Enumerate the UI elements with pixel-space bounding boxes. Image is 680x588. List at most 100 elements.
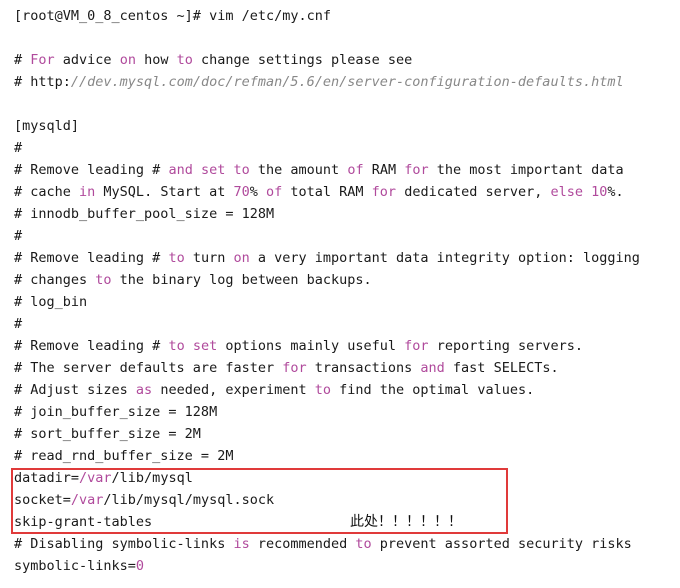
line-segment: %. (607, 184, 624, 200)
line-segment: /lib/mysql (111, 470, 193, 486)
terminal-line: datadir=/var/lib/mysql (14, 467, 680, 489)
line-segment: transactions (306, 360, 421, 376)
line-segment: /var (79, 470, 112, 486)
line-segment: socket= (14, 492, 71, 508)
line-segment: [mysqld] (14, 118, 80, 134)
line-segment: and (420, 360, 445, 376)
annotation-text: 此处！！！！！！ (350, 514, 462, 530)
line-segment: find the optimal values. (331, 382, 535, 398)
terminal-line: symbolic-links=0 (14, 555, 680, 577)
line-segment: //dev.mysql.com/doc/refman/5.6/en/server… (70, 74, 624, 90)
line-segment: /var (70, 492, 104, 508)
terminal-line: # http://dev.mysql.com/doc/refman/5.6/en… (14, 71, 680, 93)
terminal-line: socket=/var/lib/mysql/mysql.sock (14, 489, 680, 511)
line-segment: # Remove leading # (14, 162, 169, 178)
line-segment: of (347, 162, 364, 178)
line-segment: [root@VM_0_8_centos ~]# vim /etc/my.cnf (14, 8, 331, 24)
line-segment: as (135, 382, 153, 398)
terminal-line: [mysqld] (14, 115, 680, 137)
line-segment: # cache (14, 184, 80, 200)
line-segment: # Remove leading # (14, 338, 169, 354)
line-segment: on (233, 250, 250, 266)
terminal-line: # Disabling symbolic-links is recommende… (14, 533, 680, 555)
line-segment: dedicated server, (396, 184, 551, 200)
line-segment: to (168, 338, 185, 354)
terminal-line: # Adjust sizes as needed, experiment to … (14, 379, 680, 401)
terminal-line: # log_bin (14, 291, 680, 313)
terminal-line: # Remove leading # to turn on a very imp… (14, 247, 680, 269)
line-segment: reporting servers. (428, 338, 583, 354)
vim-terminal[interactable]: [root@VM_0_8_centos ~]# vim /etc/my.cnf #… (14, 5, 680, 577)
line-segment: 10 (591, 184, 608, 200)
line-segment: % (249, 184, 266, 200)
line-segment: and (168, 162, 193, 178)
line-segment: datadir= (14, 470, 80, 486)
line-segment: # innodb_buffer_pool_size = 128M (14, 206, 275, 222)
line-segment: # sort_buffer_size = 2M (14, 426, 201, 442)
line-segment: else (550, 184, 584, 200)
line-segment (193, 162, 201, 178)
line-segment: in (79, 184, 96, 200)
terminal-line: # cache in MySQL. Start at 70% of total … (14, 181, 680, 203)
line-segment: options mainly useful (217, 338, 405, 354)
terminal-line: # read_rnd_buffer_size = 2M (14, 445, 680, 467)
line-segment: # (14, 140, 23, 156)
line-segment: prevent assorted security risks (371, 536, 632, 552)
terminal-line: # Remove leading # to set options mainly… (14, 335, 680, 357)
line-segment: to (314, 382, 332, 398)
line-segment: # (14, 316, 23, 332)
line-segment: MySQL. Start at (95, 184, 234, 200)
line-segment: recommended (249, 536, 356, 552)
line-segment: for (404, 338, 429, 354)
line-segment: the binary log between backups. (111, 272, 372, 288)
line-segment: the amount (249, 162, 348, 178)
line-segment: # read_rnd_buffer_size = 2M (14, 448, 234, 464)
terminal-line: # (14, 225, 680, 247)
line-segment: fast SELECTs. (444, 360, 559, 376)
line-segment: turn (184, 250, 234, 266)
line-segment: # http: (14, 74, 71, 90)
terminal-line: # Remove leading # and set to the amount… (14, 159, 680, 181)
line-segment: # Remove leading # (14, 250, 169, 266)
terminal-line: [root@VM_0_8_centos ~]# vim /etc/my.cnf (14, 5, 680, 27)
line-segment: for (404, 162, 429, 178)
line-segment: set (192, 338, 218, 354)
line-segment: is (233, 536, 250, 552)
line-segment: needed, experiment (152, 382, 315, 398)
line-segment: For (30, 52, 55, 68)
line-segment: skip-grant-tables (14, 514, 153, 530)
terminal-line: # sort_buffer_size = 2M (14, 423, 680, 445)
line-segment: for (371, 184, 397, 200)
line-segment: RAM (363, 162, 405, 178)
line-segment (185, 338, 193, 354)
line-segment: to (233, 162, 250, 178)
line-segment: for (282, 360, 307, 376)
line-segment: # log_bin (14, 294, 88, 310)
line-segment: # Disabling symbolic-links (14, 536, 234, 552)
terminal-line: # (14, 313, 680, 335)
line-segment (583, 184, 591, 200)
line-segment: change settings please see (192, 52, 413, 68)
line-segment: to (176, 52, 193, 68)
terminal-line: # For advice on how to change settings p… (14, 49, 680, 71)
line-segment: # changes (14, 272, 96, 288)
terminal-line: # innodb_buffer_pool_size = 128M (14, 203, 680, 225)
line-segment: # (14, 52, 31, 68)
line-segment: # Adjust sizes (14, 382, 136, 398)
line-segment: 0 (135, 558, 145, 574)
line-segment: a very important data integrity option: … (249, 250, 640, 266)
line-segment: on (119, 52, 136, 68)
terminal-line: # The server defaults are faster for tra… (14, 357, 680, 379)
line-segment: 70 (233, 184, 250, 200)
line-segment (225, 162, 233, 178)
line-segment: advice (54, 52, 120, 68)
line-segment: # join_buffer_size = 128M (14, 404, 218, 420)
line-segment: # The server defaults are faster (14, 360, 283, 376)
terminal-line: # (14, 137, 680, 159)
line-segment: how (135, 52, 177, 68)
terminal-line: # changes to the binary log between back… (14, 269, 680, 291)
line-segment: of (266, 184, 283, 200)
line-segment: symbolic-links= (14, 558, 136, 574)
